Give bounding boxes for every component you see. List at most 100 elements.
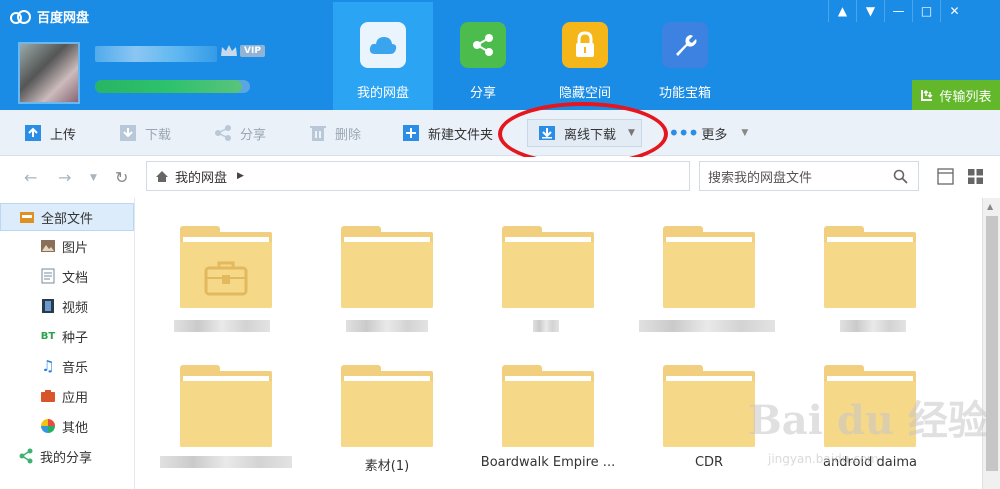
share-button[interactable]: 分享 bbox=[214, 110, 266, 156]
all-files-icon bbox=[19, 209, 35, 225]
sidebar-item-music[interactable]: ♫ 音乐 bbox=[0, 352, 134, 380]
dots-icon: ••• bbox=[668, 121, 699, 145]
sidebar: 全部文件 图片 文档 视频 BT 种子 ♫ 音乐 应用 其他 我的分享 bbox=[0, 198, 135, 489]
folder-name: android daima bbox=[823, 455, 917, 470]
sidebar-item-torrents[interactable]: BT 种子 bbox=[0, 322, 134, 350]
chevron-down-icon[interactable]: ▼ bbox=[741, 128, 748, 138]
vip-badge[interactable]: VIP bbox=[220, 44, 265, 58]
baidu-cloud-icon bbox=[10, 9, 31, 24]
menu-icon[interactable]: ▼ bbox=[856, 0, 884, 22]
sidebar-item-label: 应用 bbox=[62, 390, 89, 406]
search-placeholder: 搜索我的网盘文件 bbox=[708, 170, 813, 186]
image-icon bbox=[40, 238, 56, 254]
tab-my-netdisk[interactable]: 我的网盘 bbox=[333, 2, 433, 110]
vip-label: VIP bbox=[240, 45, 265, 57]
new-folder-button[interactable]: 新建文件夹 bbox=[402, 110, 493, 156]
sidebar-item-apps[interactable]: 应用 bbox=[0, 382, 134, 410]
history-dropdown-icon[interactable]: ▼ bbox=[90, 173, 97, 183]
download-icon bbox=[120, 125, 136, 141]
folder-name: CDR bbox=[694, 455, 724, 470]
new-folder-icon bbox=[403, 125, 419, 141]
download-button[interactable]: 下载 bbox=[119, 110, 171, 156]
sidebar-item-my-shares[interactable]: 我的分享 bbox=[0, 442, 134, 470]
avatar[interactable] bbox=[18, 42, 80, 104]
sidebar-item-images[interactable]: 图片 bbox=[0, 232, 134, 260]
breadcrumb[interactable]: 我的网盘 ▶ bbox=[146, 161, 690, 191]
chevron-right-icon[interactable]: ▶ bbox=[237, 171, 244, 181]
tab-label: 功能宝箱 bbox=[658, 86, 711, 101]
maximize-icon[interactable]: □ bbox=[912, 0, 940, 22]
grid-view-icon[interactable] bbox=[967, 168, 984, 185]
breadcrumb-item[interactable]: 我的网盘 bbox=[175, 167, 227, 186]
folder-item[interactable] bbox=[824, 365, 916, 447]
document-icon bbox=[40, 268, 56, 284]
blurred-filename bbox=[174, 320, 270, 332]
blurred-filename bbox=[639, 320, 775, 332]
baidu-netdisk-window: 百度网盘 VIP 我的网盘 分享 隐藏空间 功能宝箱 ▲ ▼ — □ ✕ 传输列… bbox=[0, 0, 1000, 489]
sidebar-item-label: 种子 bbox=[62, 330, 89, 346]
scrollbar-thumb[interactable] bbox=[986, 216, 998, 471]
tab-hidden-space[interactable]: 隐藏空间 bbox=[535, 2, 635, 110]
vertical-scrollbar[interactable]: ▲ bbox=[982, 198, 1000, 489]
tab-label: 我的网盘 bbox=[356, 86, 409, 101]
trash-icon bbox=[310, 126, 326, 141]
upload-button[interactable]: 上传 bbox=[24, 110, 76, 156]
folder-item[interactable] bbox=[502, 226, 594, 308]
sidebar-item-label: 其他 bbox=[62, 420, 89, 436]
folder-name: 素材(1) bbox=[364, 459, 410, 474]
file-grid: 素材(1) Boardwalk Empire ... CDR android d… bbox=[136, 198, 982, 489]
forward-arrow-icon[interactable]: → bbox=[58, 168, 71, 187]
share-icon bbox=[215, 125, 231, 141]
search-input[interactable]: 搜索我的网盘文件 bbox=[699, 161, 919, 191]
sidebar-item-label: 视频 bbox=[62, 300, 89, 316]
sidebar-item-all-files[interactable]: 全部文件 bbox=[0, 203, 134, 231]
other-icon bbox=[40, 418, 56, 434]
delete-button[interactable]: 删除 bbox=[309, 110, 361, 156]
tab-label: 分享 bbox=[469, 86, 496, 101]
folder-item[interactable] bbox=[663, 226, 755, 308]
folder-item[interactable] bbox=[341, 226, 433, 308]
tab-share[interactable]: 分享 bbox=[433, 2, 533, 110]
upload-label: 上传 bbox=[50, 127, 77, 143]
share-icon bbox=[18, 448, 34, 464]
bt-icon: BT bbox=[40, 330, 56, 342]
search-icon[interactable] bbox=[893, 169, 908, 184]
download-label: 下载 bbox=[145, 127, 172, 143]
crown-icon bbox=[221, 45, 237, 56]
share-label: 分享 bbox=[240, 127, 267, 143]
sidebar-item-documents[interactable]: 文档 bbox=[0, 262, 134, 290]
briefcase-icon bbox=[204, 261, 248, 296]
minimize-icon[interactable]: — bbox=[884, 0, 912, 22]
app-logo: 百度网盘 bbox=[10, 7, 89, 26]
more-button[interactable]: ••• 更多 ▼ bbox=[668, 110, 748, 156]
close-icon[interactable]: ✕ bbox=[940, 0, 968, 22]
blurred-filename bbox=[346, 320, 428, 332]
sidebar-item-label: 我的分享 bbox=[40, 450, 93, 466]
folder-item[interactable] bbox=[663, 365, 755, 447]
storage-quota-bar bbox=[95, 80, 250, 93]
refresh-icon[interactable]: ↻ bbox=[115, 168, 128, 187]
transfer-label: 传输列表 bbox=[939, 89, 992, 105]
back-arrow-icon[interactable]: ← bbox=[24, 168, 37, 187]
folder-item[interactable] bbox=[180, 365, 272, 447]
list-view-icon[interactable] bbox=[937, 168, 954, 185]
sidebar-item-videos[interactable]: 视频 bbox=[0, 292, 134, 320]
sidebar-item-label: 全部文件 bbox=[41, 211, 94, 227]
folder-name: Boardwalk Empire ... bbox=[480, 455, 616, 470]
upload-icon bbox=[25, 125, 41, 141]
sidebar-item-other[interactable]: 其他 bbox=[0, 412, 134, 440]
folder-item[interactable] bbox=[824, 226, 916, 308]
sidebar-item-label: 音乐 bbox=[62, 360, 89, 376]
folder-item[interactable] bbox=[180, 226, 272, 308]
folder-item[interactable] bbox=[341, 365, 433, 447]
transfer-list-button[interactable]: 传输列表 bbox=[912, 80, 1000, 110]
folder-item[interactable] bbox=[502, 365, 594, 447]
blurred-filename bbox=[160, 456, 292, 468]
scroll-up-icon[interactable]: ▲ bbox=[987, 202, 993, 211]
bell-icon[interactable]: ▲ bbox=[828, 0, 856, 22]
home-icon bbox=[156, 170, 168, 182]
tab-toolbox[interactable]: 功能宝箱 bbox=[635, 2, 735, 110]
window-controls: ▲ ▼ — □ ✕ bbox=[828, 0, 968, 22]
sidebar-item-label: 文档 bbox=[62, 270, 89, 286]
sidebar-item-label: 图片 bbox=[62, 240, 89, 256]
